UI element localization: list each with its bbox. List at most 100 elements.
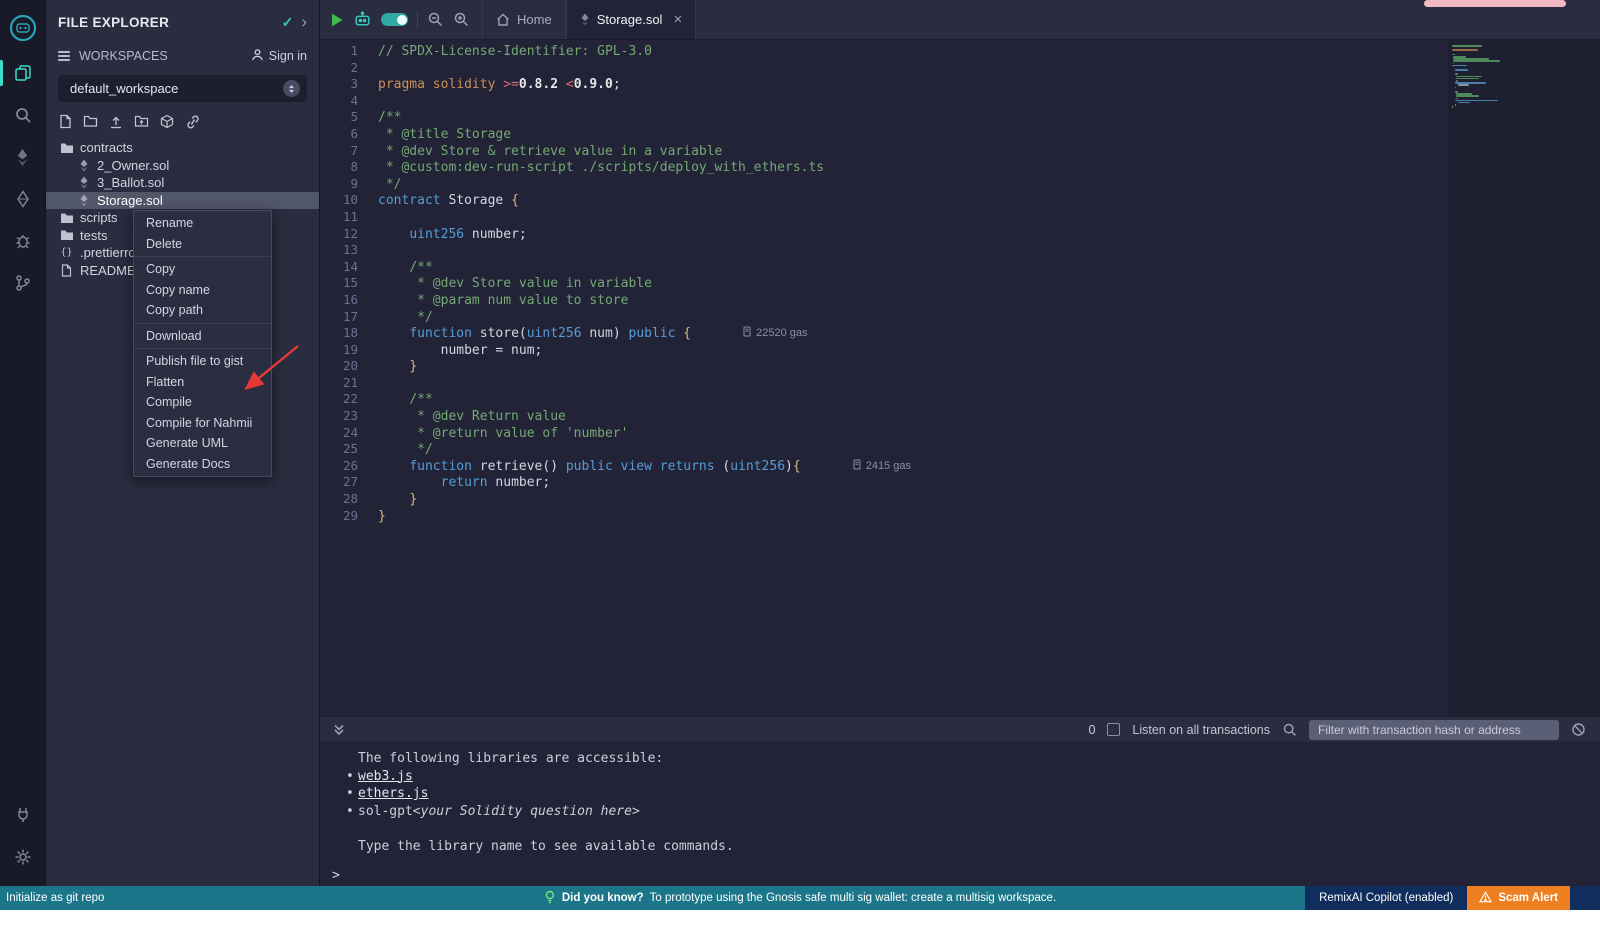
chevron-right-icon[interactable]: ›: [301, 12, 307, 32]
code-token: uint256: [527, 326, 582, 341]
tab-home[interactable]: Home: [482, 0, 566, 39]
context-menu-item-compile[interactable]: Compile: [134, 392, 271, 413]
line-number: 27: [320, 474, 378, 489]
settings-icon[interactable]: [0, 838, 46, 876]
context-menu-item-rename[interactable]: Rename: [134, 213, 271, 234]
solidity-file-icon: [76, 194, 91, 207]
context-menu-item-generate-docs[interactable]: Generate Docs: [134, 454, 271, 475]
context-menu-item-generate-uml[interactable]: Generate UML: [134, 433, 271, 454]
code-editor[interactable]: 1// SPDX-License-Identifier: GPL-3.023pr…: [320, 40, 1600, 716]
code-token: * @custom:dev-run-script ./scripts/deplo…: [378, 160, 824, 175]
scam-alert-button[interactable]: Scam Alert: [1467, 886, 1570, 910]
upload-file-icon[interactable]: [109, 115, 123, 129]
context-menu-item-compile-for-nahmii[interactable]: Compile for Nahmii: [134, 413, 271, 434]
context-menu-item-download[interactable]: Download: [134, 326, 271, 347]
line-number: 23: [320, 408, 378, 423]
minimap[interactable]: [1452, 45, 1522, 108]
expand-terminal-icon[interactable]: [332, 723, 346, 737]
json-file-icon: {}: [59, 247, 74, 258]
close-tab-icon[interactable]: ×: [673, 12, 682, 27]
code-token: uint256: [730, 459, 785, 474]
line-number: 9: [320, 176, 378, 191]
debugger-icon[interactable]: [0, 222, 46, 260]
tip-text: To prototype using the Gnosis safe multi…: [650, 892, 1057, 904]
code-token: view: [621, 459, 652, 474]
file-explorer-icon[interactable]: [0, 54, 46, 92]
line-number: 3: [320, 76, 378, 91]
tab-label: Storage.sol: [597, 12, 663, 27]
terminal-toolbar: 0 Listen on all transactions: [320, 716, 1600, 742]
tree-item[interactable]: Storage.sol: [46, 192, 319, 210]
code-token: /**: [378, 110, 401, 125]
line-number: 25: [320, 441, 378, 456]
minimap-line: [1455, 104, 1456, 106]
context-menu-item-copy-path[interactable]: Copy path: [134, 300, 271, 321]
import-ipfs-icon[interactable]: [160, 114, 174, 129]
terminal-output[interactable]: The following libraries are accessible:•…: [320, 742, 1600, 886]
create-file-icon[interactable]: [58, 114, 72, 129]
tree-item-label: Storage.sol: [97, 193, 163, 208]
code-token: [378, 276, 409, 291]
code-line: 2: [320, 60, 1448, 77]
hamburger-menu-icon[interactable]: [58, 51, 70, 61]
deploy-run-icon[interactable]: [0, 180, 46, 218]
remix-logo: [0, 6, 46, 50]
context-menu-item-copy-name[interactable]: Copy name: [134, 280, 271, 301]
code-line: 25 */: [320, 441, 1448, 458]
code-token: public: [566, 459, 613, 474]
context-menu-item-copy[interactable]: Copy: [134, 259, 271, 280]
gas-icon: [853, 459, 862, 473]
upload-folder-icon[interactable]: [134, 115, 149, 128]
minimap-line: [1452, 65, 1467, 67]
panel-title: FILE EXPLORER: [58, 15, 169, 30]
line-number: 16: [320, 292, 378, 307]
git-init-button[interactable]: Initialize as git repo: [0, 886, 114, 910]
code-token: 0.8.2: [519, 77, 558, 92]
browser-scrollbar-thumb[interactable]: [1424, 0, 1566, 7]
line-number: 22: [320, 391, 378, 406]
workspace-selector[interactable]: default_workspace: [58, 75, 307, 102]
listen-transactions-checkbox[interactable]: [1107, 723, 1120, 736]
context-menu-item-delete[interactable]: Delete: [134, 234, 271, 255]
code-line: 10contract Storage {: [320, 192, 1448, 209]
minimap-line: [1452, 49, 1478, 51]
line-number: 18: [320, 325, 378, 340]
sign-in-button[interactable]: Sign in: [251, 48, 307, 64]
run-script-play-button[interactable]: [330, 12, 344, 28]
terminal-line: [332, 820, 1600, 838]
git-icon[interactable]: [0, 264, 46, 302]
code-line: 21: [320, 375, 1448, 392]
tree-item-label: tests: [80, 228, 107, 243]
tree-item-label: scripts: [80, 210, 118, 225]
zoom-out-button[interactable]: [427, 11, 444, 28]
create-folder-icon[interactable]: [83, 115, 98, 128]
tree-item[interactable]: 3_Ballot.sol: [46, 174, 319, 192]
copilot-toggle[interactable]: [381, 13, 408, 26]
plugin-manager-icon[interactable]: [0, 796, 46, 834]
terminal-library-link[interactable]: ethers.js: [358, 785, 428, 803]
terminal-library-link[interactable]: web3.js: [358, 768, 413, 786]
solidity-compiler-icon[interactable]: [0, 138, 46, 176]
tree-item[interactable]: contracts: [46, 139, 319, 157]
code-text: * @param num value to store: [378, 293, 628, 308]
tree-item[interactable]: 2_Owner.sol: [46, 157, 319, 175]
context-menu-item-publish-file-to-gist[interactable]: Publish file to gist: [134, 351, 271, 372]
folder-icon: [59, 142, 74, 154]
code-text: function store(uint256 num) public {: [378, 326, 691, 341]
clear-console-icon[interactable]: [1571, 722, 1586, 737]
search-icon[interactable]: [0, 96, 46, 134]
tab-storage-sol[interactable]: Storage.sol ×: [566, 0, 697, 39]
minimap-line: [1453, 63, 1455, 65]
zoom-in-button[interactable]: [453, 11, 470, 28]
scam-alert-label: Scam Alert: [1498, 892, 1558, 904]
context-menu-item-flatten[interactable]: Flatten: [134, 372, 271, 393]
filter-transaction-input[interactable]: [1309, 720, 1559, 740]
code-line: 28 }: [320, 491, 1448, 508]
ai-assistant-robot-icon[interactable]: [353, 11, 372, 28]
workspace-badge-icon[interactable]: [283, 80, 300, 97]
terminal-prompt[interactable]: >: [332, 867, 1600, 885]
copilot-status[interactable]: RemixAI Copilot (enabled): [1305, 886, 1467, 910]
code-token: {: [793, 459, 801, 474]
import-url-icon[interactable]: [185, 115, 201, 129]
toolbar-divider: [417, 11, 418, 29]
